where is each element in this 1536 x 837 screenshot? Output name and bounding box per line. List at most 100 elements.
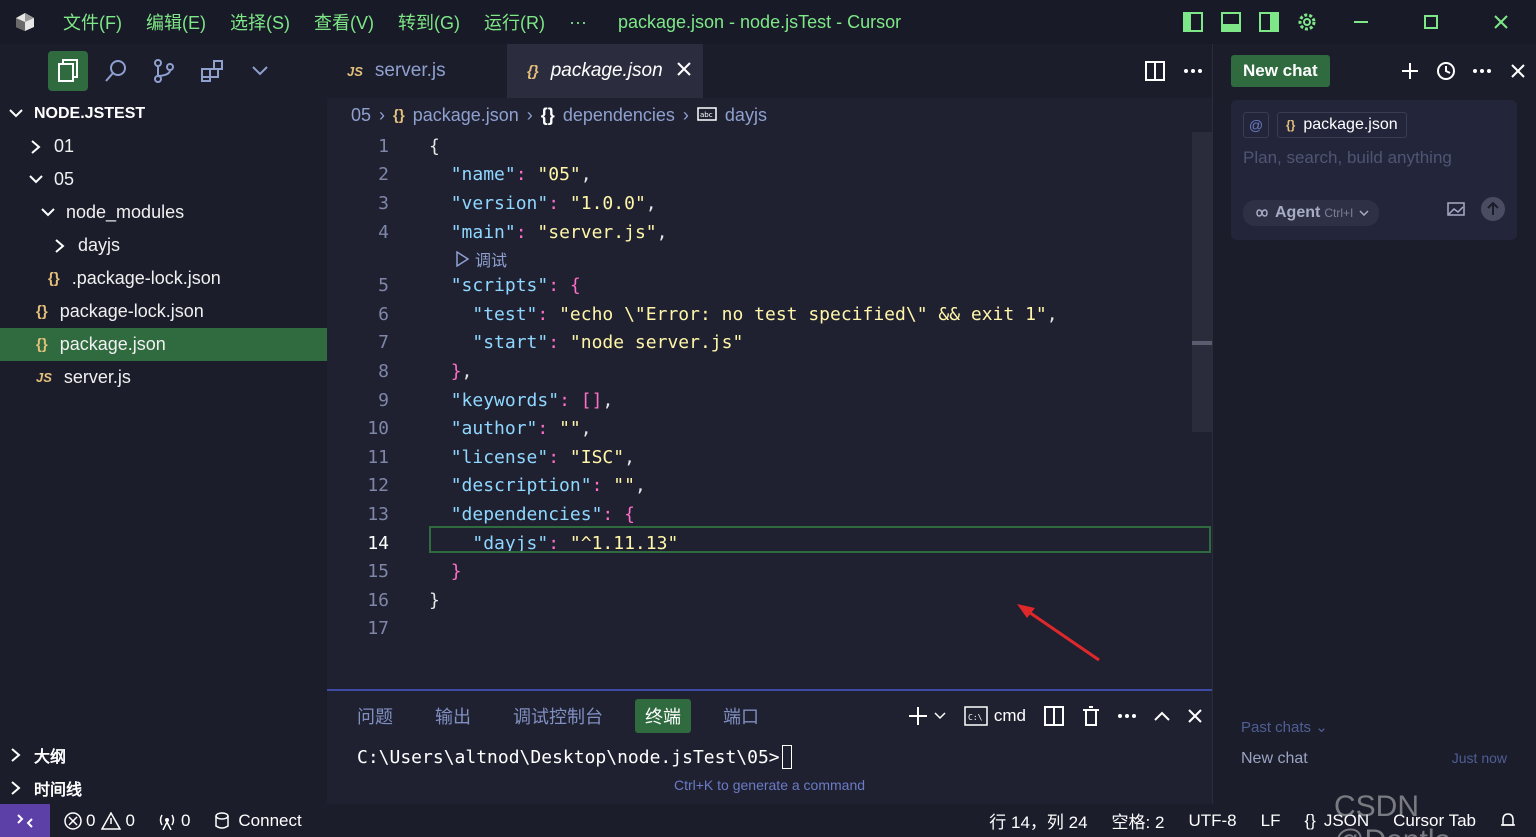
cursor-window: 文件(F) 编辑(E) 选择(S) 查看(V) 转到(G) 运行(R) ··· …	[0, 0, 1536, 837]
menu-edit[interactable]: 编辑(E)	[146, 9, 206, 35]
encoding[interactable]: UTF-8	[1188, 811, 1236, 831]
tab-package-json[interactable]: {} package.json	[507, 44, 703, 98]
split-terminal-icon[interactable]	[1044, 706, 1064, 726]
tab-server-js[interactable]: JS server.js	[327, 44, 507, 98]
minimize-icon[interactable]	[1326, 0, 1396, 44]
bottom-panel: 问题 输出 调试控制台 终端 端口 C:\ cmd C:\Users\altnod…	[327, 689, 1212, 804]
tab-terminal[interactable]: 终端	[635, 699, 691, 733]
new-chat-tab[interactable]: New chat	[1231, 55, 1330, 87]
indentation[interactable]: 空格: 2	[1112, 808, 1165, 833]
agent-mode-selector[interactable]: Agent Ctrl+I	[1243, 200, 1380, 226]
tree-item-01[interactable]: 01	[0, 130, 327, 163]
trash-icon[interactable]	[1082, 706, 1100, 726]
toggle-panel-icon[interactable]	[1212, 0, 1250, 44]
plus-icon[interactable]	[1392, 62, 1428, 80]
line-number: 8	[378, 360, 389, 382]
tab-debug-console[interactable]: 调试控制台	[503, 699, 613, 733]
more-actions-icon[interactable]	[1118, 714, 1136, 718]
breadcrumb-item[interactable]: 05	[351, 105, 371, 126]
tree-item-package-json[interactable]: {} package.json	[0, 328, 327, 361]
past-chats-toggle[interactable]: Past chats ⌄	[1241, 718, 1328, 736]
tree-item-hidden-package-lock[interactable]: {} .package-lock.json	[0, 262, 327, 295]
chevron-down-icon[interactable]	[240, 51, 280, 91]
maximize-panel-icon[interactable]	[1154, 711, 1170, 721]
broadcast-icon	[159, 814, 175, 830]
tree-item-dayjs[interactable]: dayjs	[0, 229, 327, 262]
maximize-icon[interactable]	[1396, 0, 1466, 44]
terminal-output[interactable]: C:\Users\altnod\Desktop\node.jsTest\05>	[327, 741, 1212, 773]
code-line: 6 "test": "echo \"Error: no test specifi…	[327, 300, 1192, 329]
explorer-root[interactable]: NODE.JSTEST	[0, 98, 327, 130]
tab-output[interactable]: 输出	[425, 699, 481, 733]
history-icon[interactable]	[1428, 61, 1464, 81]
toggle-secondary-sidebar-icon[interactable]	[1250, 0, 1288, 44]
explorer-sidebar: NODE.JSTEST 01 05 node_modules dayjs {} …	[0, 44, 327, 804]
menu-view[interactable]: 查看(V)	[314, 9, 374, 35]
context-chip[interactable]: {} package.json	[1277, 112, 1407, 138]
explorer-files-icon[interactable]	[48, 51, 88, 91]
menu-file[interactable]: 文件(F)	[63, 9, 122, 35]
terminal-cursor	[781, 745, 792, 769]
tree-item-server-js[interactable]: JS server.js	[0, 361, 327, 394]
string-value-icon: abc	[697, 105, 717, 126]
outline-section[interactable]: 大纲	[0, 738, 327, 771]
warning-count: 0	[125, 810, 135, 830]
chevron-down-icon	[28, 174, 44, 185]
code-line: 15 }	[327, 557, 1192, 586]
connect-indicator[interactable]: Connect	[214, 811, 302, 831]
chat-input[interactable]: Plan, search, build anything	[1231, 138, 1517, 168]
code-line: 9 "keywords": [],	[327, 386, 1192, 415]
tree-label: package.json	[59, 334, 166, 354]
menu-go[interactable]: 转到(G)	[398, 9, 460, 35]
breadcrumb-item[interactable]: dependencies	[563, 105, 675, 126]
svg-text:abc: abc	[700, 111, 713, 119]
code-view[interactable]: 1{ 2 "name": "05", 3 "version": "1.0.0",…	[327, 132, 1192, 643]
close-icon[interactable]	[1500, 64, 1536, 78]
menu-selection[interactable]: 选择(S)	[230, 9, 290, 35]
menu-run[interactable]: 运行(R)	[484, 9, 545, 35]
tree-item-package-lock[interactable]: {} package-lock.json	[0, 295, 327, 328]
chat-header-actions	[1392, 44, 1536, 98]
menu-more[interactable]: ···	[569, 12, 587, 33]
new-terminal-icon[interactable]	[908, 706, 946, 726]
chevron-right-icon: ›	[682, 104, 689, 125]
split-editor-icon[interactable]	[1136, 61, 1174, 81]
end-of-line[interactable]: LF	[1261, 811, 1281, 831]
line-number: 14	[367, 532, 389, 554]
source-control-icon[interactable]	[144, 51, 184, 91]
settings-gear-icon[interactable]	[1288, 0, 1326, 44]
breadcrumb-item[interactable]: dayjs	[725, 105, 767, 126]
extensions-icon[interactable]	[192, 51, 232, 91]
image-icon[interactable]	[1447, 202, 1465, 221]
debug-codelens[interactable]: 调试	[327, 246, 1192, 271]
close-tab-icon[interactable]	[676, 60, 691, 82]
search-icon[interactable]	[96, 51, 136, 91]
mention-icon[interactable]: @	[1243, 112, 1269, 138]
line-number: 2	[378, 164, 389, 186]
toggle-primary-sidebar-icon[interactable]	[1174, 0, 1212, 44]
scrollbar-thumb[interactable]	[1192, 341, 1212, 345]
timeline-section[interactable]: 时间线	[0, 771, 327, 804]
code-line: 5 "scripts": {	[327, 271, 1192, 300]
tab-problems[interactable]: 问题	[347, 699, 403, 733]
more-actions-icon[interactable]	[1174, 69, 1212, 73]
tree-item-node-modules[interactable]: node_modules	[0, 196, 327, 229]
tree-item-05[interactable]: 05	[0, 163, 327, 196]
chevron-down-icon	[8, 109, 24, 119]
tab-ports[interactable]: 端口	[713, 699, 769, 733]
breadcrumb-item[interactable]: package.json	[413, 105, 519, 126]
history-item[interactable]: New chat Just now	[1241, 750, 1507, 768]
remote-icon[interactable]	[0, 804, 50, 837]
close-panel-icon[interactable]	[1188, 709, 1202, 723]
editor-scrollbar[interactable]	[1192, 132, 1212, 432]
chevron-down-icon	[1359, 210, 1369, 216]
send-icon[interactable]	[1481, 197, 1505, 226]
more-actions-icon[interactable]	[1464, 69, 1500, 73]
title-bar: 文件(F) 编辑(E) 选择(S) 查看(V) 转到(G) 运行(R) ··· …	[0, 0, 1536, 44]
cursor-position[interactable]: 行 14，列 24	[989, 808, 1087, 833]
object-icon: {}	[540, 104, 555, 125]
close-window-icon[interactable]	[1466, 0, 1536, 44]
terminal-shell-selector[interactable]: C:\ cmd	[964, 706, 1026, 726]
problems-indicator[interactable]: 0 0	[64, 811, 135, 831]
ports-indicator[interactable]: 0	[157, 811, 190, 831]
